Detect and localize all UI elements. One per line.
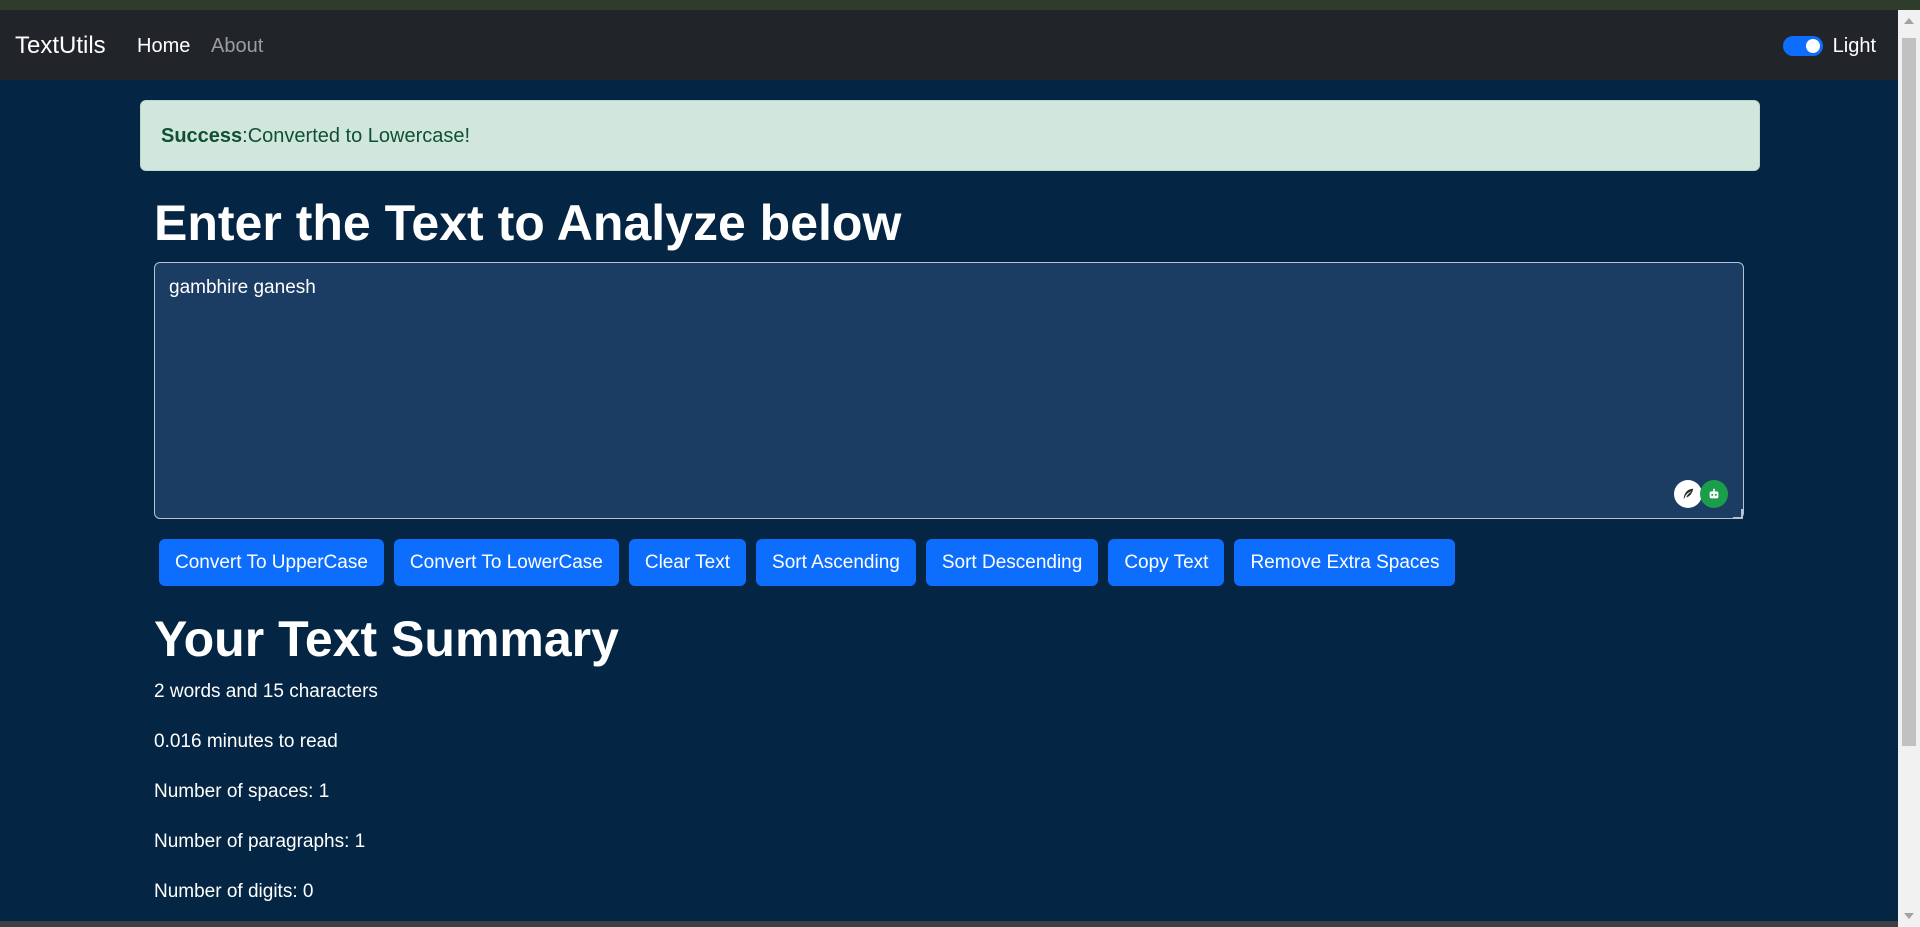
browser-top-strip bbox=[0, 0, 1920, 10]
summary-paragraphs: Number of paragraphs: 1 bbox=[154, 831, 366, 852]
extension-icons bbox=[1674, 480, 1728, 508]
mode-toggle-switch[interactable] bbox=[1782, 36, 1823, 56]
success-alert: Success:Converted to Lowercase! bbox=[140, 100, 1760, 171]
feather-icon[interactable] bbox=[1674, 480, 1702, 508]
remove-extra-spaces-button[interactable]: Remove Extra Spaces bbox=[1234, 539, 1456, 586]
page-scrollbar[interactable] bbox=[1898, 10, 1920, 927]
summary-word-count: 2 words and 15 characters bbox=[154, 681, 378, 702]
action-buttons: Convert To UpperCase Convert To LowerCas… bbox=[159, 539, 1456, 586]
bottom-edge bbox=[0, 921, 1898, 927]
uppercase-button[interactable]: Convert To UpperCase bbox=[159, 539, 384, 586]
alert-type: Success bbox=[161, 125, 243, 147]
copy-text-button[interactable]: Copy Text bbox=[1108, 539, 1225, 586]
navbar: TextUtils Home About Light bbox=[0, 10, 1898, 80]
scroll-down-arrow-icon[interactable] bbox=[1904, 913, 1914, 919]
summary-spaces: Number of spaces: 1 bbox=[154, 781, 330, 802]
lowercase-button[interactable]: Convert To LowerCase bbox=[393, 539, 619, 586]
toggle-knob bbox=[1805, 39, 1820, 53]
brand-logo[interactable]: TextUtils bbox=[15, 32, 106, 60]
mode-toggle-label: Light bbox=[1832, 35, 1876, 57]
alert-message: :Converted to Lowercase! bbox=[242, 125, 471, 147]
sort-ascending-button[interactable]: Sort Ascending bbox=[756, 539, 916, 586]
summary-read-time: 0.016 minutes to read bbox=[154, 731, 338, 752]
robot-icon[interactable] bbox=[1700, 480, 1728, 508]
scrollbar-thumb[interactable] bbox=[1902, 38, 1916, 746]
mode-toggle: Light bbox=[1782, 34, 1876, 58]
textarea-resize-handle[interactable] bbox=[1733, 509, 1743, 519]
clear-text-button[interactable]: Clear Text bbox=[628, 539, 747, 586]
text-input[interactable] bbox=[154, 262, 1744, 519]
nav-link-about[interactable]: About bbox=[211, 34, 263, 58]
page-title: Enter the Text to Analyze below bbox=[154, 195, 902, 251]
summary-title: Your Text Summary bbox=[154, 611, 619, 667]
sort-descending-button[interactable]: Sort Descending bbox=[925, 539, 1099, 586]
nav-link-home[interactable]: Home bbox=[137, 34, 190, 58]
scroll-up-arrow-icon[interactable] bbox=[1904, 18, 1914, 24]
summary-digits: Number of digits: 0 bbox=[154, 881, 314, 902]
